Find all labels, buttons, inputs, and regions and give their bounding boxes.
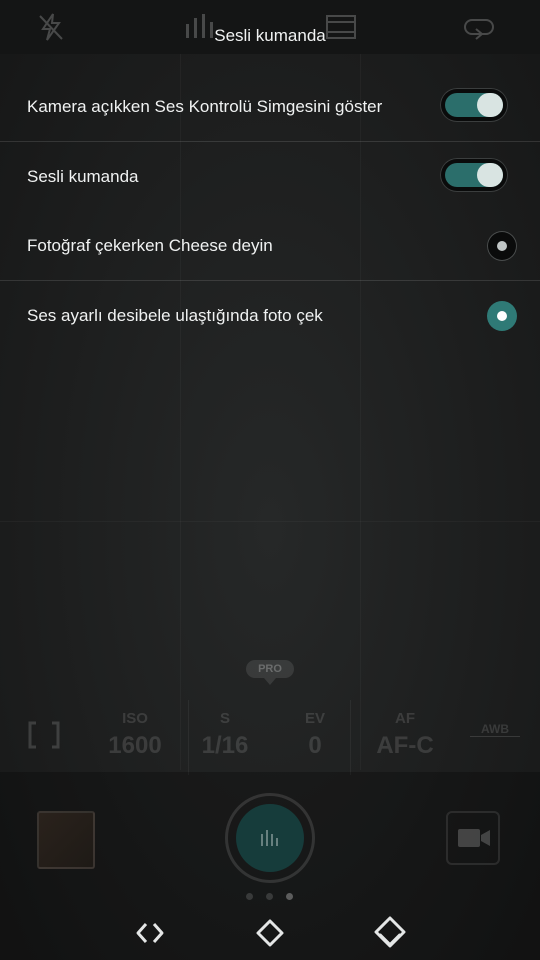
top-bar: Sesli kumanda [0,0,540,54]
page-indicator [244,893,296,901]
grid-line [0,521,540,522]
gallery-thumbnail[interactable] [37,811,95,869]
recents-icon[interactable] [372,915,408,951]
video-mode-button[interactable] [446,811,500,865]
setting-label: Kamera açıkken Ses Kontrolü Simgesini gö… [27,97,383,116]
setting-label: Fotoğraf çekerken Cheese deyin [27,236,273,255]
levels-icon [261,830,278,846]
iso-value[interactable]: 1600 [100,732,170,760]
page-dot [266,893,273,900]
af-value[interactable]: AF-C [365,732,445,760]
divider [188,700,189,775]
video-camera-icon [458,829,490,847]
iso-label: ISO [122,710,148,727]
metering-icon[interactable] [26,720,62,750]
ev-label: EV [304,710,325,727]
radio-dot [497,241,507,251]
divider [350,700,351,775]
shutter-button[interactable] [225,793,315,883]
radio-dot [497,311,507,321]
toggle-knob [477,93,503,117]
setting-label: Sesli kumanda [27,167,139,186]
voice-command-toggle[interactable] [440,158,508,192]
awb-label[interactable]: AWB [470,722,520,737]
shutter-inner [236,804,304,872]
page-dot [246,893,253,900]
page-title: Sesli kumanda [214,26,326,45]
pro-badge[interactable]: PRO [246,660,294,678]
af-label: AF [395,710,415,727]
say-cheese-radio[interactable] [487,231,517,261]
shutter-speed-label: S [219,710,230,727]
toggle-knob [477,163,503,187]
setting-row-show-voice-icon[interactable]: Kamera açıkken Ses Kontrolü Simgesini gö… [0,72,540,141]
setting-row-voice-command[interactable]: Sesli kumanda [0,142,540,211]
navigation-bar [0,905,540,960]
pro-arrow [264,678,276,685]
setting-row-say-cheese[interactable]: Fotoğraf çekerken Cheese deyin [0,211,540,280]
home-icon[interactable] [252,915,288,951]
setting-label: Ses ayarlı desibele ulaştığında foto çek [27,306,323,325]
shutter-speed-value[interactable]: 1/16 [190,732,260,760]
page-dot [286,893,293,900]
decibel-capture-radio[interactable] [487,301,517,331]
setting-row-decibel-capture[interactable]: Ses ayarlı desibele ulaştığında foto çek [0,281,540,350]
show-voice-icon-toggle[interactable] [440,88,508,122]
back-icon[interactable] [132,915,168,951]
ev-value[interactable]: 0 [285,732,345,760]
